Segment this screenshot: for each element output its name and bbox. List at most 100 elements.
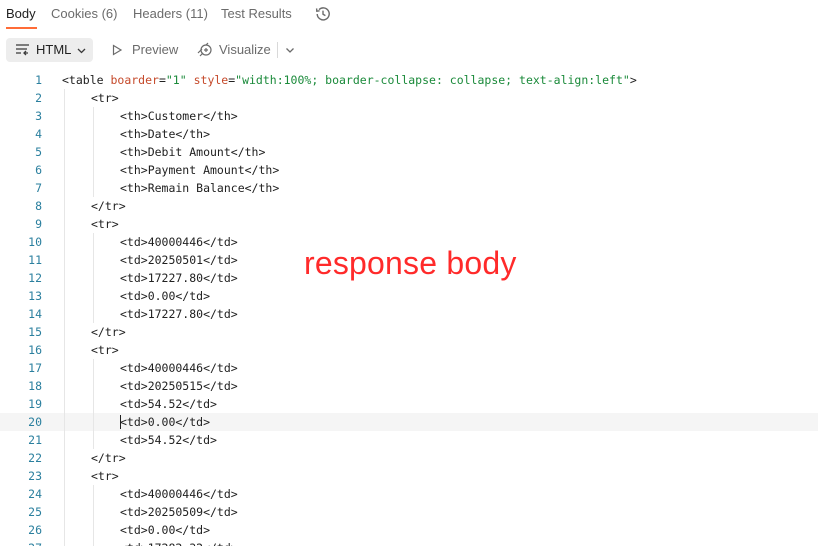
- code-line[interactable]: 17 <td>40000446</td>: [0, 359, 818, 377]
- code-line[interactable]: 15 </tr>: [0, 323, 818, 341]
- code-text: <td>0.00</td>: [120, 415, 211, 429]
- code-text: <td>0.00</td>: [120, 523, 211, 537]
- code-line[interactable]: 20 <td>0.00</td>: [0, 413, 818, 431]
- line-number: 9: [35, 217, 42, 231]
- indent-guide: [64, 161, 65, 179]
- code-text: <td>17227.80</td>: [120, 271, 238, 285]
- code-text: <table boarder="1" style="width:100%; bo…: [62, 73, 637, 87]
- indent-guide: [64, 341, 65, 359]
- indent-guide: [64, 287, 65, 305]
- indent-guide: [64, 539, 65, 546]
- code-text: </tr>: [91, 451, 126, 465]
- code-line[interactable]: 9 <tr>: [0, 215, 818, 233]
- code-line[interactable]: 1 <table boarder="1" style="width:100%; b…: [0, 71, 818, 89]
- indent-guide: [64, 377, 65, 395]
- line-number: 4: [35, 127, 42, 141]
- active-tab-indicator: [6, 27, 37, 29]
- code-line[interactable]: 5 <th>Debit Amount</th>: [0, 143, 818, 161]
- code-line[interactable]: 26 <td>0.00</td>: [0, 521, 818, 539]
- tab-test-results[interactable]: Test Results: [221, 6, 292, 21]
- tab-cookies[interactable]: Cookies (6): [51, 6, 117, 21]
- indent-guide: [64, 251, 65, 269]
- code-text: <th>Date</th>: [120, 127, 211, 141]
- indent-guide: [93, 107, 94, 125]
- toolbar-divider: [277, 42, 278, 58]
- code-line[interactable]: 6 <th>Payment Amount</th>: [0, 161, 818, 179]
- indent-guide: [93, 431, 94, 449]
- line-number: 14: [28, 307, 42, 321]
- code-line[interactable]: 21 <td>54.52</td>: [0, 431, 818, 449]
- code-text: </tr>: [91, 325, 126, 339]
- line-number: 22: [28, 451, 42, 465]
- code-text: <tr>: [91, 217, 119, 231]
- indent-guide: [64, 413, 65, 431]
- code-line[interactable]: 25 <td>20250509</td>: [0, 503, 818, 521]
- response-body-annotation: response body: [304, 245, 517, 281]
- indent-guide: [64, 395, 65, 413]
- line-number: 24: [28, 487, 42, 501]
- code-line[interactable]: 18 <td>20250515</td>: [0, 377, 818, 395]
- code-text: <td>0.00</td>: [120, 289, 211, 303]
- more-options-chevron-icon[interactable]: [284, 44, 296, 56]
- code-line[interactable]: 16 <tr>: [0, 341, 818, 359]
- indent-guide: [64, 323, 65, 341]
- line-number: 18: [28, 379, 42, 393]
- code-line[interactable]: 19 <td>54.52</td>: [0, 395, 818, 413]
- code-text: <tr>: [91, 91, 119, 105]
- indent-guide: [93, 125, 94, 143]
- code-editor[interactable]: 1 <table boarder="1" style="width:100%; b…: [0, 70, 818, 546]
- code-line[interactable]: 4 <th>Date</th>: [0, 125, 818, 143]
- code-text: <td>17227.80</td>: [120, 307, 238, 321]
- code-line[interactable]: 14 <td>17227.80</td>: [0, 305, 818, 323]
- indent-guide: [64, 503, 65, 521]
- line-number: 2: [35, 91, 42, 105]
- code-text: <td>20250515</td>: [120, 379, 238, 393]
- indent-guide: [93, 485, 94, 503]
- line-number: 17: [28, 361, 42, 375]
- code-line[interactable]: 7 <th>Remain Balance</th>: [0, 179, 818, 197]
- line-number: 21: [28, 433, 42, 447]
- indent-guide: [64, 179, 65, 197]
- code-text: <td>54.52</td>: [120, 433, 217, 447]
- code-line[interactable]: 8 </tr>: [0, 197, 818, 215]
- code-line[interactable]: 3 <th>Customer</th>: [0, 107, 818, 125]
- history-clock-icon[interactable]: [314, 5, 332, 23]
- indent-guide: [93, 413, 94, 431]
- indent-guide: [64, 467, 65, 485]
- code-line[interactable]: 23 <tr>: [0, 467, 818, 485]
- indent-guide: [93, 233, 94, 251]
- indent-guide: [64, 521, 65, 539]
- line-number: 26: [28, 523, 42, 537]
- indent-guide: [64, 233, 65, 251]
- indent-guide: [93, 521, 94, 539]
- indent-guide: [64, 269, 65, 287]
- line-number: 7: [35, 181, 42, 195]
- code-text: <tr>: [91, 343, 119, 357]
- tab-body[interactable]: Body: [6, 6, 36, 21]
- response-toolbar: HTML Preview Visualize: [0, 37, 818, 63]
- code-line[interactable]: 13 <td>0.00</td>: [0, 287, 818, 305]
- line-number: 12: [28, 271, 42, 285]
- format-label: HTML: [36, 42, 72, 57]
- line-number: 15: [28, 325, 42, 339]
- code-line[interactable]: 27 <td>17282.32</td>: [0, 539, 818, 546]
- play-icon: [112, 44, 123, 56]
- tab-headers[interactable]: Headers (11): [133, 6, 208, 21]
- code-text: <td>54.52</td>: [120, 397, 217, 411]
- code-line[interactable]: 24 <td>40000446</td>: [0, 485, 818, 503]
- line-number: 27: [0, 539, 42, 546]
- indent-guide: [64, 449, 65, 467]
- line-number: 13: [28, 289, 42, 303]
- indent-guide: [64, 143, 65, 161]
- code-text: <th>Remain Balance</th>: [120, 181, 280, 195]
- code-text: <th>Customer</th>: [120, 109, 238, 123]
- indent-guide: [64, 359, 65, 377]
- indent-guide: [64, 485, 65, 503]
- line-number: 16: [28, 343, 42, 357]
- code-line[interactable]: 2 <tr>: [0, 89, 818, 107]
- code-line[interactable]: 22 </tr>: [0, 449, 818, 467]
- code-text: <th>Debit Amount</th>: [120, 145, 266, 159]
- code-text: <td>40000446</td>: [120, 235, 238, 249]
- chevron-down-icon: [77, 48, 86, 54]
- format-select[interactable]: HTML: [6, 38, 93, 62]
